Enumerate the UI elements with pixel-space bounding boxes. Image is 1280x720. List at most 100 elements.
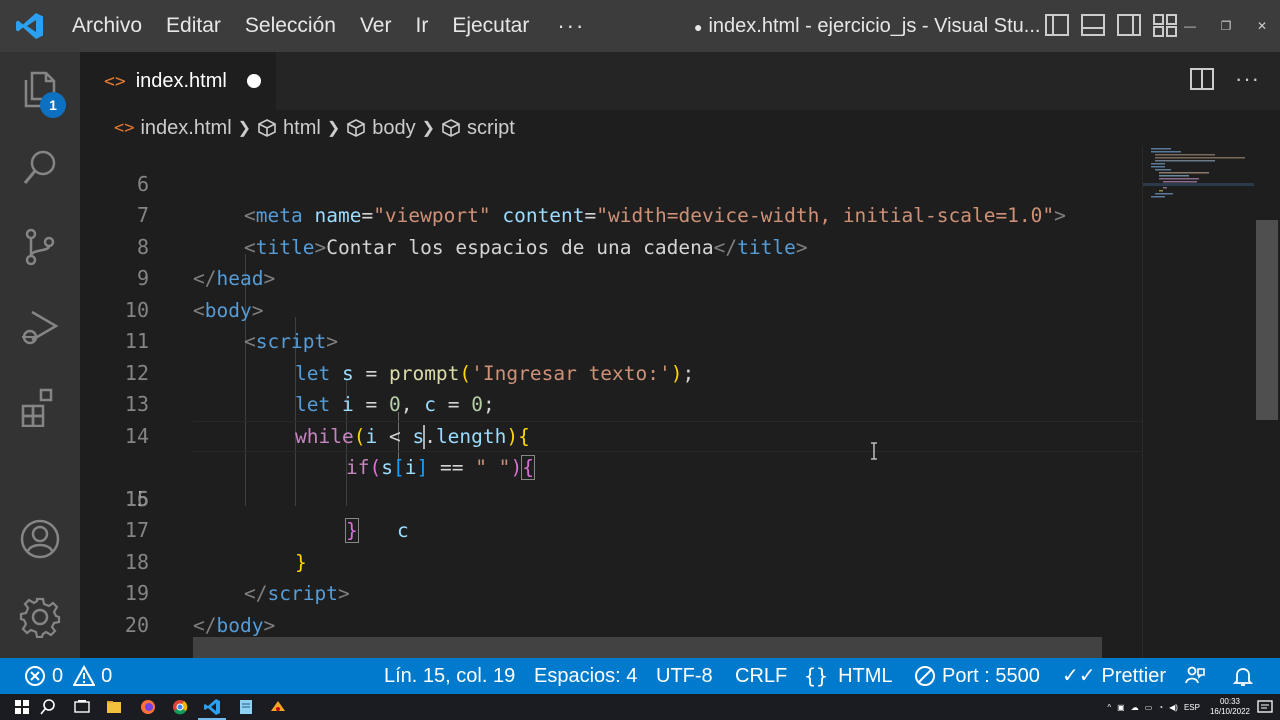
block-icon bbox=[915, 666, 935, 686]
code-line: 10 <script> bbox=[80, 263, 1142, 354]
tray-battery-icon[interactable]: ▭ bbox=[1145, 703, 1153, 712]
problems-indicator[interactable]: 0 0 bbox=[24, 658, 112, 694]
menu-editar[interactable]: Editar bbox=[154, 0, 233, 52]
chevron-right-icon: ❯ bbox=[237, 120, 252, 137]
tray-chevron-up-icon[interactable]: ^ bbox=[1107, 703, 1111, 712]
toggle-secondary-sidebar-icon[interactable] bbox=[1116, 12, 1142, 38]
double-check-icon: ✓✓ bbox=[1062, 665, 1096, 687]
warning-count: 0 bbox=[101, 665, 113, 687]
vscode-taskbar-icon[interactable] bbox=[202, 697, 222, 717]
breadcrumb-body[interactable]: body bbox=[346, 116, 416, 140]
clock[interactable]: 00:33 16/10/2022 bbox=[1210, 697, 1250, 717]
run-debug-icon[interactable] bbox=[0, 292, 80, 362]
menu-ver[interactable]: Ver bbox=[348, 0, 404, 52]
minimize-icon[interactable]: — bbox=[1172, 19, 1208, 33]
current-line-highlight bbox=[193, 420, 1142, 452]
port-label: Port : 5500 bbox=[942, 665, 1040, 687]
breadcrumb-script[interactable]: script bbox=[441, 117, 515, 140]
split-editor-icon[interactable] bbox=[1189, 66, 1215, 92]
code-editor[interactable]: 6 <meta name="viewport" content="width=d… bbox=[80, 146, 1142, 658]
window-title: ● index.html - ejercicio_js - Visual Stu.… bbox=[694, 0, 1040, 52]
error-icon bbox=[25, 666, 45, 686]
extensions-icon[interactable] bbox=[0, 372, 80, 442]
chevron-right-icon: ❯ bbox=[326, 120, 341, 137]
code-line: 20 </html> bbox=[80, 578, 1142, 659]
breadcrumb-html[interactable]: html bbox=[257, 117, 321, 140]
vscode-logo-icon[interactable] bbox=[0, 0, 60, 52]
close-icon[interactable]: ✕ bbox=[1244, 19, 1280, 33]
tab-bar: <> index.html ··· bbox=[80, 52, 1280, 110]
file-explorer-icon[interactable] bbox=[104, 697, 124, 717]
code-line: 12 let i = 0, c = 0; bbox=[80, 326, 1142, 417]
tab-label: index.html bbox=[135, 69, 227, 92]
action-center-icon[interactable] bbox=[1256, 698, 1274, 716]
menu-seleccion[interactable]: Selección bbox=[233, 0, 348, 52]
element-cube-icon bbox=[347, 119, 366, 137]
firefox-icon[interactable] bbox=[138, 697, 158, 717]
tab-index-html[interactable]: <> index.html bbox=[80, 52, 276, 110]
windows-start-icon[interactable] bbox=[12, 697, 32, 717]
code-line: 13 while(i < s.length){ bbox=[80, 358, 1142, 448]
horizontal-scrollbar-thumb[interactable] bbox=[193, 637, 1102, 658]
breadcrumb-label: html bbox=[283, 116, 321, 139]
live-server-port[interactable]: Port : 5500 bbox=[914, 658, 1040, 694]
code-line: 9 <body> bbox=[80, 232, 1142, 322]
layout-controls bbox=[1044, 12, 1178, 38]
chrome-icon[interactable] bbox=[170, 697, 190, 717]
vertical-scrollbar[interactable] bbox=[1254, 146, 1280, 658]
accounts-icon[interactable] bbox=[0, 504, 80, 574]
line-ending[interactable]: CRLF bbox=[735, 658, 787, 694]
code-line: 14 if(s[i] == " "){ bbox=[80, 389, 1142, 480]
minimap[interactable] bbox=[1142, 146, 1255, 658]
encoding[interactable]: UTF-8 bbox=[656, 658, 713, 694]
tray-volume-icon[interactable]: ◀) bbox=[1169, 703, 1178, 712]
tray-network-icon[interactable]: ◔ bbox=[1158, 703, 1163, 712]
indentation[interactable]: Espacios: 4 bbox=[534, 658, 637, 694]
prettier-label: Prettier bbox=[1101, 665, 1166, 687]
task-view-icon[interactable] bbox=[72, 697, 92, 717]
unsaved-dot-icon[interactable] bbox=[247, 74, 261, 88]
search-icon[interactable] bbox=[38, 697, 58, 717]
explorer-icon[interactable]: 1 bbox=[0, 54, 80, 124]
source-control-icon[interactable] bbox=[0, 212, 80, 282]
notepad-icon[interactable] bbox=[236, 697, 256, 717]
code-line: 6 <meta name="viewport" content="width=d… bbox=[80, 146, 1142, 228]
breadcrumb-label: script bbox=[467, 116, 515, 139]
window-title-text: index.html - ejercicio_js - Visual Stu..… bbox=[708, 15, 1041, 37]
editor-actions: ··· bbox=[1189, 66, 1260, 92]
mouse-ibeam-cursor-icon bbox=[871, 442, 877, 460]
breadcrumb: <> index.html ❯ html ❯ body ❯ script bbox=[80, 110, 1280, 146]
braces-icon: {} bbox=[804, 664, 829, 688]
breadcrumb-file[interactable]: <> index.html bbox=[114, 117, 232, 140]
line-number: 20 bbox=[124, 612, 149, 637]
code-line: 7 <title>Contar los espacios de una cade… bbox=[80, 169, 1142, 259]
menu-bar: Archivo Editar Selección Ver Ir Ejecutar… bbox=[60, 0, 601, 52]
tray-onedrive-icon[interactable]: ☁ bbox=[1131, 703, 1139, 712]
menu-ir[interactable]: Ir bbox=[403, 0, 440, 52]
menu-archivo[interactable]: Archivo bbox=[60, 0, 154, 52]
language-label: HTML bbox=[838, 665, 893, 687]
toggle-primary-sidebar-icon[interactable] bbox=[1044, 12, 1070, 38]
menu-ejecutar[interactable]: Ejecutar bbox=[440, 0, 541, 52]
code-line: 18 </script> bbox=[80, 515, 1142, 606]
paint-icon[interactable] bbox=[268, 697, 288, 717]
windows-taskbar: ^ ▣ ☁ ▭ ◔ ◀) ESP 00:33 16/10/2022 bbox=[0, 694, 1280, 720]
keyboard-language[interactable]: ESP bbox=[1184, 703, 1200, 712]
code-line: 19 </body> bbox=[80, 547, 1142, 637]
notifications-bell-icon[interactable] bbox=[1232, 658, 1254, 694]
menu-more-button[interactable]: ··· bbox=[541, 13, 601, 39]
code-line: 16 } bbox=[80, 452, 1142, 543]
prettier-status[interactable]: ✓✓ Prettier bbox=[1062, 658, 1166, 694]
vertical-scrollbar-thumb[interactable] bbox=[1256, 220, 1278, 420]
tray-app-icon[interactable]: ▣ bbox=[1117, 703, 1125, 712]
restore-icon[interactable]: ❐ bbox=[1208, 19, 1244, 33]
settings-gear-icon[interactable] bbox=[0, 582, 80, 652]
feedback-icon[interactable] bbox=[1184, 658, 1206, 694]
more-actions-icon[interactable]: ··· bbox=[1235, 66, 1260, 92]
element-cube-icon bbox=[442, 119, 460, 137]
cursor-position[interactable]: Lín. 15, col. 19 bbox=[384, 658, 515, 694]
toggle-panel-icon[interactable] bbox=[1080, 12, 1106, 38]
search-icon[interactable] bbox=[0, 132, 80, 202]
language-mode[interactable]: {} HTML bbox=[804, 658, 893, 694]
breadcrumb-label: body bbox=[372, 116, 416, 139]
